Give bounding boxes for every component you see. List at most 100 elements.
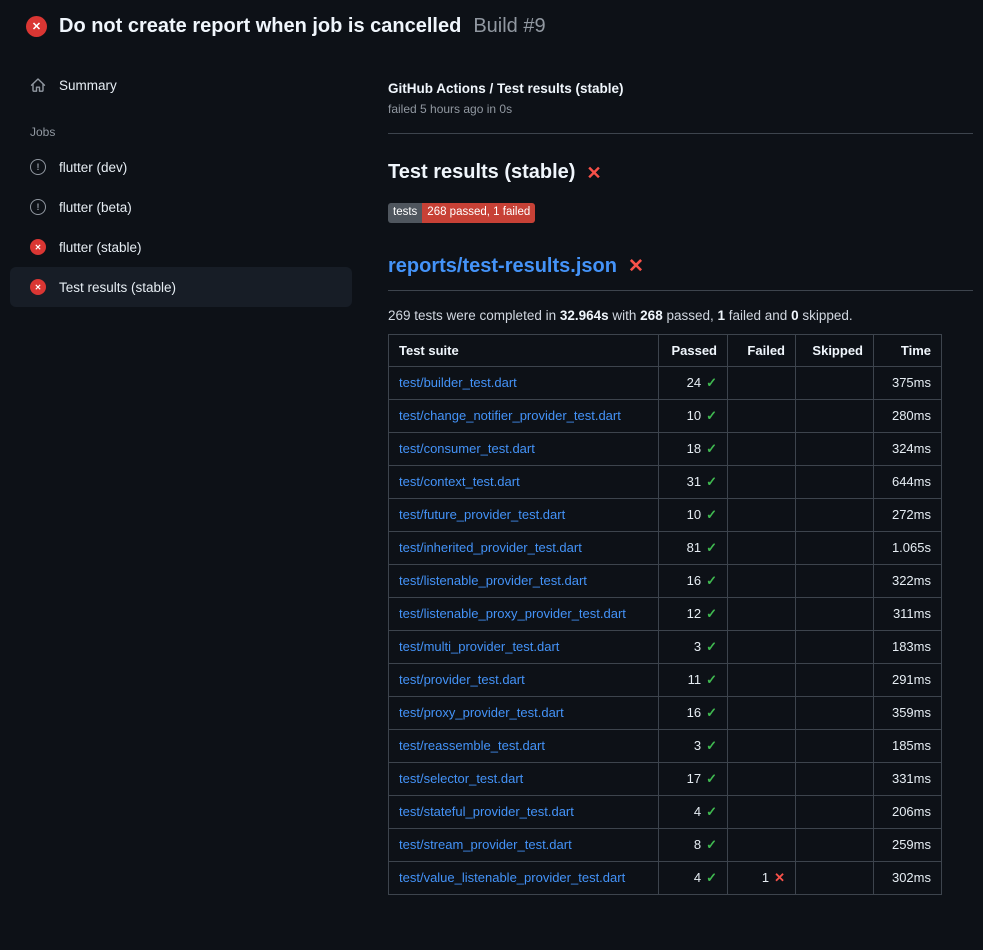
failed-cell [728,762,796,795]
col-header-test-suite: Test suite [389,334,659,366]
check-icon: ✓ [706,375,717,390]
time-cell: 375ms [874,366,942,399]
passed-cell: 17✓ [659,762,728,795]
sidebar-item-label: Summary [59,78,117,93]
test-suite-link[interactable]: test/inherited_provider_test.dart [399,540,582,555]
test-suite-cell: test/reassemble_test.dart [389,729,659,762]
test-suite-link[interactable]: test/provider_test.dart [399,672,525,687]
passed-count: 17 [687,771,701,786]
home-icon [30,77,46,93]
time-cell: 302ms [874,861,942,894]
skipped-cell [796,498,874,531]
badge-value: 268 passed, 1 failed [422,203,535,223]
summary-text: skipped. [799,308,853,323]
table-row: test/future_provider_test.dart 10✓ 272ms [389,498,942,531]
job-label: flutter (stable) [59,240,142,255]
test-suite-link[interactable]: test/proxy_provider_test.dart [399,705,564,720]
check-icon: ✓ [706,639,717,654]
test-suite-cell: test/context_test.dart [389,465,659,498]
passed-cell: 18✓ [659,432,728,465]
test-suite-cell: test/proxy_provider_test.dart [389,696,659,729]
sidebar-item-job-test-results-stable[interactable]: ✕ Test results (stable) [10,267,352,307]
failed-status-icon: ✕ [30,279,46,295]
job-label: flutter (beta) [59,200,132,215]
passed-count: 12 [687,606,701,621]
failed-cell [728,795,796,828]
jobs-section-label: Jobs [30,125,352,139]
check-icon: ✓ [706,705,717,720]
table-row: test/selector_test.dart 17✓ 331ms [389,762,942,795]
passed-cell: 4✓ [659,861,728,894]
failed-cell [728,828,796,861]
job-label: Test results (stable) [59,280,176,295]
passed-cell: 81✓ [659,531,728,564]
test-suite-link[interactable]: test/listenable_provider_test.dart [399,573,587,588]
breadcrumb: GitHub Actions / Test results (stable) [388,81,973,96]
test-suite-link[interactable]: test/change_notifier_provider_test.dart [399,408,621,423]
test-suite-link[interactable]: test/builder_test.dart [399,375,517,390]
table-row: test/consumer_test.dart 18✓ 324ms [389,432,942,465]
neutral-status-icon: ! [30,159,46,175]
check-icon: ✓ [706,606,717,621]
test-suite-link[interactable]: test/selector_test.dart [399,771,523,786]
time-cell: 259ms [874,828,942,861]
test-suite-cell: test/inherited_provider_test.dart [389,531,659,564]
build-number: Build #9 [473,15,545,38]
test-suite-link[interactable]: test/context_test.dart [399,474,520,489]
failed-status-icon: ✕ [30,239,46,255]
passed-cell: 12 ✓ [659,597,728,630]
report-link[interactable]: reports/test-results.json [388,255,617,278]
time-cell: 324ms [874,432,942,465]
tests-badge: tests 268 passed, 1 failed [388,203,535,223]
page-header: ✕ Do not create report when job is cance… [0,0,983,51]
results-table: Test suite Passed Failed Skipped Time te… [388,334,942,895]
passed-cell: 10✓ [659,498,728,531]
sidebar-item-job-flutter-stable[interactable]: ✕ flutter (stable) [10,227,352,267]
test-suite-link[interactable]: test/reassemble_test.dart [399,738,545,753]
test-suite-link[interactable]: test/stateful_provider_test.dart [399,804,574,819]
skipped-cell [796,828,874,861]
passed-count: 4 [694,870,701,885]
failed-cell [728,366,796,399]
test-suite-link[interactable]: test/stream_provider_test.dart [399,837,572,852]
test-suite-cell: test/stream_provider_test.dart [389,828,659,861]
time-cell: 185ms [874,729,942,762]
table-row: test/change_notifier_provider_test.dart … [389,399,942,432]
col-header-time: Time [874,334,942,366]
failed-cell [728,729,796,762]
time-cell: 311ms [874,597,942,630]
sidebar-item-summary[interactable]: Summary [10,65,352,105]
test-suite-link[interactable]: test/consumer_test.dart [399,441,535,456]
sidebar-item-job-flutter-beta[interactable]: ! flutter (beta) [10,187,352,227]
summary-text: 269 tests were completed in [388,308,560,323]
failed-x-icon: ✕ [628,257,644,276]
table-row: test/value_listenable_provider_test.dart… [389,861,942,894]
results-table-body: test/builder_test.dart 24✓ 375ms test/ch… [389,366,942,894]
test-suite-link[interactable]: test/value_listenable_provider_test.dart [399,870,625,885]
skipped-cell [796,399,874,432]
passed-cell: 24✓ [659,366,728,399]
skipped-cell [796,465,874,498]
report-heading: reports/test-results.json ✕ [388,255,973,291]
test-suite-link[interactable]: test/future_provider_test.dart [399,507,565,522]
test-suite-link[interactable]: test/multi_provider_test.dart [399,639,559,654]
skipped-cell [796,564,874,597]
skipped-cell [796,762,874,795]
time-cell: 331ms [874,762,942,795]
table-row: test/reassemble_test.dart 3✓ 185ms [389,729,942,762]
skipped-cell [796,861,874,894]
status-line: failed 5 hours ago in 0s [388,102,973,116]
divider [388,133,973,134]
passed-cell: 11✓ [659,663,728,696]
sidebar-item-job-flutter-dev[interactable]: ! flutter (dev) [10,147,352,187]
test-suite-link[interactable]: test/listenable_proxy_provider_test.dart [399,606,626,621]
skipped-cell [796,531,874,564]
test-suite-cell: test/consumer_test.dart [389,432,659,465]
table-row: test/listenable_proxy_provider_test.dart… [389,597,942,630]
content-layout: Summary Jobs ! flutter (dev) ! flutter (… [0,51,983,895]
failed-cell [728,696,796,729]
failed-cell [728,597,796,630]
skipped-cell [796,696,874,729]
skipped-cell [796,432,874,465]
failed-cell [728,630,796,663]
